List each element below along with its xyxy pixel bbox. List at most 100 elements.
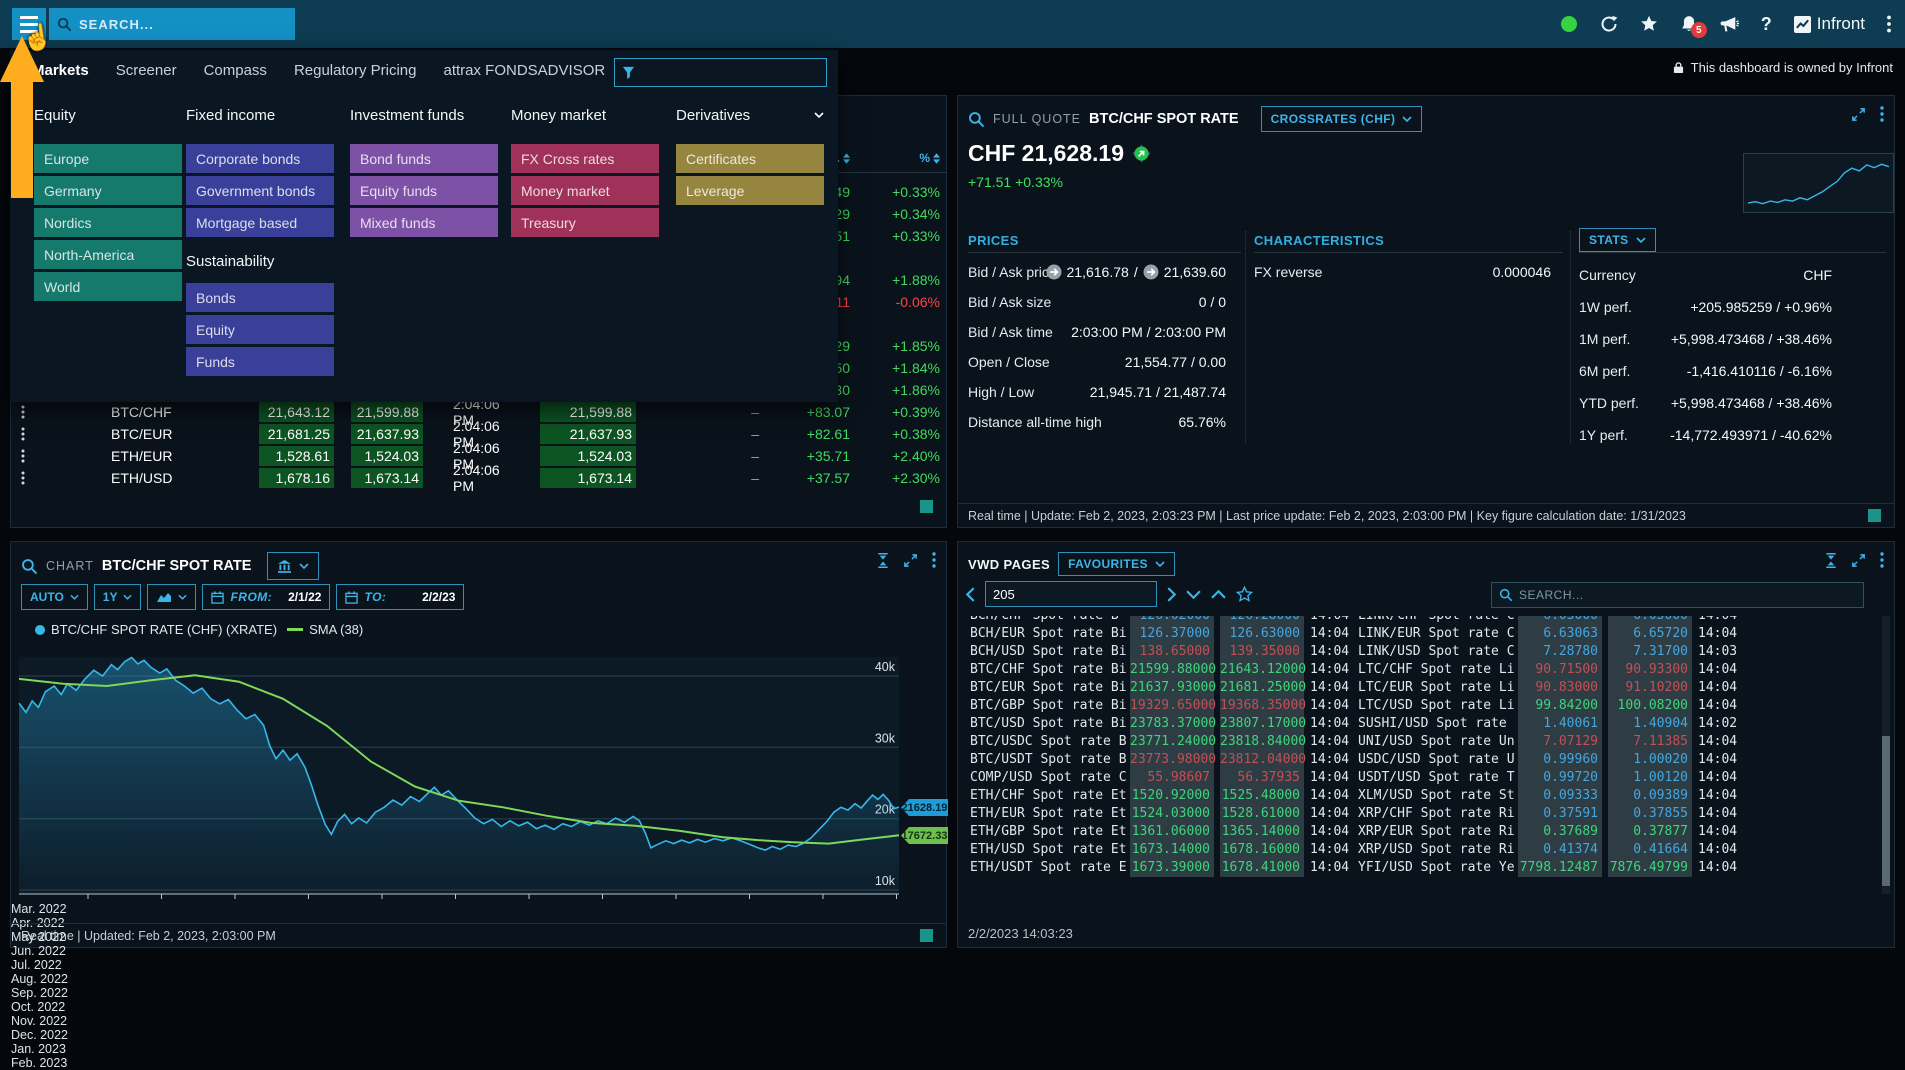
page-down-icon[interactable] xyxy=(1186,590,1201,599)
favourites-star-icon[interactable] xyxy=(1640,15,1658,33)
menu-column-title-investment-funds: Investment funds xyxy=(350,105,498,125)
vwd-time-value: 14:04 xyxy=(1698,734,1737,749)
menu-tab-attrax-fondsadvisor[interactable]: attrax FONDSADVISOR xyxy=(444,62,606,79)
notifications-bell-icon[interactable]: 5 xyxy=(1680,15,1698,33)
menu-item-bond-funds[interactable]: Bond funds xyxy=(350,144,498,173)
page-forward-icon[interactable] xyxy=(1167,587,1176,602)
menu-tab-markets[interactable]: Markets xyxy=(32,62,89,79)
menu-item-sustainability-equity[interactable]: Equity xyxy=(186,315,334,344)
menu-item-leverage[interactable]: Leverage xyxy=(676,176,824,205)
vwd-scrollbar[interactable] xyxy=(1882,616,1890,894)
vwd-rate-row[interactable]: XRP/EUR Spot rate Ri0.376890.3787714:04 xyxy=(1358,823,1750,841)
expand-icon[interactable] xyxy=(1851,107,1866,122)
watchlist-sort-col-1[interactable]: . xyxy=(837,151,850,165)
main-menu-button[interactable] xyxy=(12,8,46,40)
row-kebab-icon[interactable] xyxy=(21,445,25,467)
vwd-rate-row[interactable]: ETH/EUR Spot rate Et1524.030001528.61000… xyxy=(970,805,1362,823)
global-search[interactable] xyxy=(49,8,295,40)
crossrates-selector[interactable]: CROSSRATES (CHF) xyxy=(1261,106,1423,132)
vwd-rate-row[interactable]: BTC/USD Spot rate Bi23783.3700023807.170… xyxy=(970,715,1362,733)
topbar-kebab-icon[interactable] xyxy=(1887,15,1891,33)
watchlist-percent-value: +1.86% xyxy=(892,379,940,401)
row-kebab-icon[interactable] xyxy=(21,423,25,445)
vwd-rate-row[interactable]: LTC/CHF Spot rate Li90.7150090.9330014:0… xyxy=(1358,661,1750,679)
menu-item-government-bonds[interactable]: Government bonds xyxy=(186,176,334,205)
menu-item-nordics[interactable]: Nordics xyxy=(34,208,182,237)
quote-search-icon[interactable] xyxy=(968,111,985,128)
watchlist-price-cell: 1,524.03 xyxy=(540,446,636,466)
vwd-rate-row[interactable]: BTC/GBP Spot rate Bi19329.6500019368.350… xyxy=(970,697,1362,715)
menu-filter-input[interactable] xyxy=(641,65,819,80)
menu-item-mixed-funds[interactable]: Mixed funds xyxy=(350,208,498,237)
menu-item-equity-funds[interactable]: Equity funds xyxy=(350,176,498,205)
menu-tab-regulatory-pricing[interactable]: Regulatory Pricing xyxy=(294,62,417,79)
vwd-rate-row[interactable]: BTC/USDC Spot rate B23771.2400023818.840… xyxy=(970,733,1362,751)
vwd-rate-row[interactable]: BCH/USD Spot rate Bi138.65000139.3500014… xyxy=(970,643,1362,661)
favourite-star-outline-icon[interactable] xyxy=(1236,586,1253,603)
vwd-rate-row[interactable]: BTC/USDT Spot rate B23773.9800023812.040… xyxy=(970,751,1362,769)
menu-item-money-market[interactable]: Money market xyxy=(511,176,659,205)
menu-item-north-america[interactable]: North-America xyxy=(34,240,182,269)
watchlist-row[interactable]: ETH/USD1,678.161,673.141,673.142:04:06 P… xyxy=(11,467,946,489)
watchlist-symbol: ETH/EUR xyxy=(111,445,172,467)
vwd-rate-row[interactable]: XRP/USD Spot rate Ri0.413740.4166414:04 xyxy=(1358,841,1750,859)
global-search-input[interactable] xyxy=(79,17,287,32)
row-kebab-icon[interactable] xyxy=(21,401,25,423)
vwd-rate-row[interactable]: UNI/USD Spot rate Un7.071297.1138514:04 xyxy=(1358,733,1750,751)
vwd-rate-row[interactable]: BTC/CHF Spot rate Bi21599.8800021643.120… xyxy=(970,661,1362,679)
favourites-selector[interactable]: FAVOURITES xyxy=(1058,552,1175,576)
watchlist-sort-col-pct[interactable]: % xyxy=(919,151,940,165)
vwd-rate-row[interactable]: LTC/EUR Spot rate Li90.8300091.1020014:0… xyxy=(1358,679,1750,697)
vwd-rate-row[interactable]: LINK/EUR Spot rate C6.630636.6572014:04 xyxy=(1358,625,1750,643)
vwd-rate-row[interactable]: XLM/USD Spot rate St0.093330.0938914:04 xyxy=(1358,787,1750,805)
panel-kebab-icon[interactable] xyxy=(1880,552,1884,568)
menu-item-world[interactable]: World xyxy=(34,272,182,301)
menu-item-sustainability-funds[interactable]: Funds xyxy=(186,347,334,376)
stats-selector[interactable]: STATS xyxy=(1579,228,1656,252)
vwd-rate-row[interactable]: COMP/USD Spot rate C55.9860756.3793514:0… xyxy=(970,769,1362,787)
menu-item-germany[interactable]: Germany xyxy=(34,176,182,205)
menu-tab-screener[interactable]: Screener xyxy=(116,62,177,79)
vwd-rate-row[interactable]: LINK/USD Spot rate C7.287807.3170014:03 xyxy=(1358,643,1750,661)
vwd-rate-row[interactable]: XRP/CHF Spot rate Ri0.375910.3785514:04 xyxy=(1358,805,1750,823)
page-up-icon[interactable] xyxy=(1211,590,1226,599)
refresh-icon[interactable] xyxy=(1600,15,1618,33)
vwd-rate-row[interactable]: ETH/CHF Spot rate Et1520.920001525.48000… xyxy=(970,787,1362,805)
quote-row-stats-ytd-perf: YTD perf.+5,998.473468 / +38.46% xyxy=(1579,392,1884,414)
row-kebab-icon[interactable] xyxy=(21,467,25,489)
vwd-rate-row[interactable]: ETH/GBP Spot rate Et1361.060001365.14000… xyxy=(970,823,1362,841)
menu-tab-compass[interactable]: Compass xyxy=(204,62,267,79)
vwd-bid-value: 0.09333 xyxy=(1518,787,1602,805)
page-back-icon[interactable] xyxy=(966,587,975,602)
vwd-rate-row[interactable]: BCH/EUR Spot rate Bi126.37000126.6300014… xyxy=(970,625,1362,643)
vwd-rate-row[interactable]: SUSHI/USD Spot rate1.400611.4090414:02 xyxy=(1358,715,1750,733)
announcements-megaphone-icon[interactable] xyxy=(1720,16,1739,33)
expand-icon[interactable] xyxy=(1851,553,1866,568)
menu-item-mortgage-based[interactable]: Mortgage based xyxy=(186,208,334,237)
vwd-rate-row[interactable]: BCH/CHF Spot rate B126.02000126.2800014:… xyxy=(970,616,1362,625)
page-number-input[interactable] xyxy=(985,581,1157,607)
vwd-rate-row[interactable]: ETH/USD Spot rate Et1673.140001678.16000… xyxy=(970,841,1362,859)
vwd-rate-row[interactable]: USDT/USD Spot rate T0.997201.0012014:04 xyxy=(1358,769,1750,787)
panel-kebab-icon[interactable] xyxy=(1880,106,1884,122)
menu-item-sustainability-bonds[interactable]: Bonds xyxy=(186,283,334,312)
help-icon[interactable]: ? xyxy=(1761,14,1772,35)
menu-item-certificates[interactable]: Certificates xyxy=(676,144,824,173)
menu-item-europe[interactable]: Europe xyxy=(34,144,182,173)
menu-item-corporate-bonds[interactable]: Corporate bonds xyxy=(186,144,334,173)
vwd-rate-row[interactable]: BTC/EUR Spot rate Bi21637.9300021681.250… xyxy=(970,679,1362,697)
vwd-rate-row[interactable]: USDC/USD Spot rate U0.999601.0002014:04 xyxy=(1358,751,1750,769)
vwd-search-input[interactable] xyxy=(1519,588,1856,602)
link-channel-icon[interactable] xyxy=(1825,553,1837,568)
vwd-rate-row[interactable]: LTC/USD Spot rate Li99.84200100.0820014:… xyxy=(1358,697,1750,715)
vwd-rate-row[interactable]: YFI/USD Spot rate Ye7798.124877876.49799… xyxy=(1358,859,1750,877)
menu-item-fx-cross-rates[interactable]: FX Cross rates xyxy=(511,144,659,173)
quote-row-value: 65.76% xyxy=(1179,414,1226,430)
menu-item-treasury[interactable]: Treasury xyxy=(511,208,659,237)
vwd-rate-row[interactable]: ETH/USDT Spot rate E1673.390001678.41000… xyxy=(970,859,1362,877)
menu-filter[interactable] xyxy=(614,58,827,87)
price-chart[interactable]: 40k30k20k10k xyxy=(11,542,948,949)
vwd-search[interactable] xyxy=(1491,582,1864,608)
vwd-scrollbar-thumb[interactable] xyxy=(1882,736,1890,886)
vwd-rate-row[interactable]: LINK/CHF Spot rate C6.030006.0500014:04 xyxy=(1358,616,1750,625)
